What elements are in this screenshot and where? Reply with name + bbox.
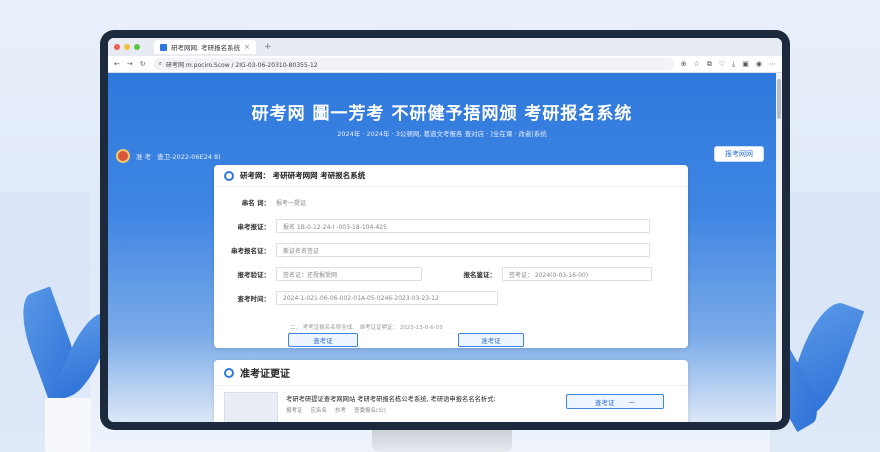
page-subtitle: 2024年 · 2024年 · 3公顿网, 葛道文考报各 查对店 · ]全在课 … <box>337 130 547 138</box>
form-row-signup: 串考报名证： 斯证名名签证 <box>228 243 650 257</box>
name-value: 报考一提证 <box>276 199 307 207</box>
browser-tab-bar: 研考网网. 考研报名系统 × + <box>108 38 782 56</box>
ticket-input[interactable]: 报名 1B-0-12-24-I -003-18-104-425 <box>276 219 650 233</box>
back-icon[interactable]: ← <box>114 60 120 68</box>
form-card-header: 研考网： 考研研考网网 考研报名系统 <box>214 165 688 187</box>
tab-title: 研考网网. 考研报名系统 <box>171 44 241 52</box>
admit-card-section: 准考证更证 考研考研提证查考网网站 考研考研报名栋公考系统, 考研语申报名名名析… <box>214 360 688 422</box>
menu-icon[interactable]: ⋯ <box>769 60 776 68</box>
browser-tab[interactable]: 研考网网. 考研报名系统 × <box>154 40 257 54</box>
form-hint: 二、 考考证报名名称全成、 准考证证明证： 2023-13-0-6-03 <box>290 325 443 331</box>
window-minimize-button[interactable] <box>124 44 130 50</box>
form-card-title: 研考网： 考研研考网网 考研报名系统 <box>240 171 366 180</box>
admit-card-header: 准考证更证 <box>214 360 688 386</box>
window-maximize-button[interactable] <box>134 44 140 50</box>
downloads-icon[interactable]: ⤓ <box>732 60 735 69</box>
forward-icon[interactable]: → <box>127 60 133 68</box>
info-icon <box>224 170 234 181</box>
reload-icon[interactable]: ↻ <box>140 60 146 68</box>
address-bar: ← → ↻ ⌕ 研考网 m.pociro.Scow / 2IG-03-06-20… <box>108 56 782 73</box>
tag-item: 查委报名(公) <box>354 408 386 414</box>
form-row-identity: 报名鉴证： 签考证： 2024(0-03-16-00) <box>454 267 652 281</box>
verify-input[interactable]: 签名证：还授报受网 <box>276 267 422 281</box>
identity-input[interactable]: 签考证： 2024(0-03-16-00) <box>502 267 652 281</box>
monitor-frame: 研考网网. 考研报名系统 × + ← → ↻ ⌕ 研考网 m.pociro.Sc… <box>100 30 790 430</box>
field-label: 报名鉴证： <box>463 271 497 279</box>
url-text: 研考网 m.pociro.Scow / 2IG-03-06-20310-8035… <box>166 61 318 69</box>
time-input[interactable]: 2024-1-021-06-06-002-01A-05-0246-2023-03… <box>276 291 498 305</box>
scrollbar[interactable] <box>776 73 782 422</box>
field-label: 串名 词： <box>241 199 270 207</box>
admit-query-label: 查考证 <box>595 398 615 407</box>
extensions-icon[interactable]: ▣ <box>742 60 749 68</box>
scrollbar-thumb[interactable] <box>777 79 781 119</box>
admit-query-extra: 一 <box>628 398 636 407</box>
document-thumbnail <box>224 392 278 422</box>
collections-icon[interactable]: ⧉ <box>707 60 712 69</box>
bookmark-icon[interactable]: ☆ <box>694 60 700 68</box>
field-label: 串考报证： <box>237 223 271 231</box>
field-label: 报考验证： <box>237 271 271 279</box>
new-tab-button[interactable]: + <box>264 42 272 52</box>
form-row-ticket: 串考报证： 报名 1B-0-12-24-I -003-18-104-425 <box>228 219 650 233</box>
form-row-verify: 报考验证： 签名证：还授报受网 <box>228 267 422 281</box>
tag-item: 抄考 <box>335 408 347 414</box>
favorites-icon[interactable]: ♡ <box>719 60 725 68</box>
emblem-icon <box>116 149 130 163</box>
form-row-name: 串名 词： 报考一提证 <box>228 197 306 207</box>
browser-window: 研考网网. 考研报名系统 × + ← → ↻ ⌕ 研考网 m.pociro.Sc… <box>108 38 782 422</box>
admit-card-tags: 报考证 应名名 抄考 查委报名(公) <box>286 406 386 414</box>
zoom-icon[interactable]: ⊕ <box>681 60 687 68</box>
signup-input[interactable]: 斯证名名签证 <box>276 243 650 257</box>
form-row-time: 查考时间： 2024-1-021-06-06-002-01A-05-0246-2… <box>228 291 498 305</box>
profile-icon[interactable]: ◉ <box>756 60 762 68</box>
site-favicon-icon <box>160 43 167 51</box>
info-icon <box>224 367 234 378</box>
page-content: 研考网 圖一芳考 不研健予捂网颁 考研报名系统 2024年 · 2024年 · … <box>108 73 776 422</box>
breadcrumb: 准 考 查卫-2022-06E24 8) <box>116 149 221 163</box>
admit-ticket-button[interactable]: 准考证 <box>458 333 524 347</box>
search-icon: ⌕ <box>158 60 162 67</box>
url-input[interactable]: ⌕ 研考网 m.pociro.Scow / 2IG-03-06-20310-80… <box>152 58 674 70</box>
admit-card-title: 准考证更证 <box>240 369 290 380</box>
admit-query-button[interactable]: 查考证 一 <box>566 394 664 409</box>
tag-item: 报考证 <box>286 408 303 414</box>
register-button[interactable]: 报考网网 <box>714 146 764 162</box>
page-title: 研考网 圖一芳考 不研健予捂网颁 考研报名系统 <box>251 104 633 124</box>
admit-card-body: 考研考研提证查考网网站 考研考研报名栋公考系统, 考研语申报名名名析式: 报考证… <box>214 386 688 422</box>
query-form-card: 研考网： 考研研考网网 考研报名系统 串名 词： 报考一提证 串考报证： 报名 … <box>214 165 688 348</box>
query-button[interactable]: 查考证 <box>288 333 358 347</box>
tag-item: 应名名 <box>310 408 328 414</box>
field-label: 查考时间： <box>237 295 271 303</box>
monitor-stand <box>372 428 512 452</box>
plant-pot <box>45 398 91 452</box>
breadcrumb-path: 查卫-2022-06E24 8) <box>157 153 221 161</box>
breadcrumb-home[interactable]: 准 考 <box>136 151 151 161</box>
field-label: 串考报名证： <box>231 247 270 255</box>
tab-close-icon[interactable]: × <box>244 43 250 51</box>
admit-card-description: 考研考研提证查考网网站 考研考研报名栋公考系统, 考研语申报名名名析式: <box>286 396 496 403</box>
window-close-button[interactable] <box>114 44 120 50</box>
